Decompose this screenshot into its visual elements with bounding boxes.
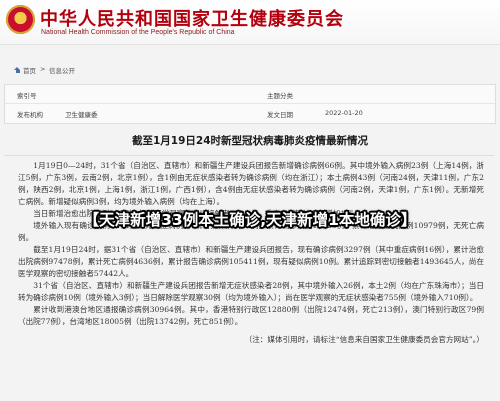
national-emblem-icon: ★ [6, 5, 35, 34]
star-icon: ★ [14, 10, 24, 23]
publisher-value: 卫生健康委 [65, 111, 98, 119]
info-row: 发布机构 卫生健康委 发文日期 2022-01-20 [5, 104, 495, 122]
index-label: 索引号 [17, 92, 37, 100]
citation-note: （注：媒体引用时，请标注“信息来自国家卫生健康委员会官方网站”。） [244, 335, 484, 344]
article-body: 1月19日0—24时，31个省（自治区、直辖市）和新疆生产建设兵团报告新增确诊病… [18, 160, 484, 392]
subject-label: 主题分类 [267, 92, 293, 100]
info-row: 索引号 主题分类 [5, 85, 495, 104]
breadcrumb-section[interactable]: 信息公开 [49, 65, 75, 75]
document-info-box: 索引号 主题分类 发布机构 卫生健康委 发文日期 2022-01-20 [4, 84, 496, 124]
article-paragraph: 累计收到港澳台地区通报确诊病例30964例。其中，香港特别行政区12880例（出… [18, 305, 484, 326]
article-title: 截至1月19日24时新型冠状病毒肺炎疫情最新情况 [131, 135, 369, 147]
home-icon [14, 66, 21, 74]
date-label: 发文日期 [267, 111, 293, 119]
breadcrumb-separator: > [40, 65, 46, 73]
date-value: 2022-01-20 [325, 109, 363, 117]
overlay-headline: 【天津新增33例本土确诊,天津新增1本地确诊】 [83, 211, 417, 229]
breadcrumb: 首页 > 信息公开 [0, 59, 500, 77]
article-paragraph: 1月19日0—24时，31个省（自治区、直辖市）和新疆生产建设兵团报告新增确诊病… [18, 161, 484, 206]
site-subtitle: National Health Commission of the People… [41, 29, 235, 36]
breadcrumb-home-label[interactable]: 首页 [23, 65, 36, 75]
site-title[interactable]: 中华人民共和国国家卫生健康委员会 [40, 5, 344, 31]
title-divider [4, 155, 494, 156]
article-paragraph: 31个省（自治区、直辖市）和新疆生产建设兵团报告新增无症状感染者28例，其中境外… [18, 281, 484, 302]
site-header: ★ 中华人民共和国国家卫生健康委员会 National Health Commi… [0, 0, 500, 45]
breadcrumb-home[interactable]: 首页 [14, 65, 36, 75]
article-paragraph: 截至1月19日24时，据31个省（自治区、直辖市）和新疆生产建设兵团报告，现有确… [18, 245, 484, 278]
publisher-label: 发布机构 [17, 111, 43, 119]
breadcrumb-section-label[interactable]: 信息公开 [49, 65, 75, 75]
